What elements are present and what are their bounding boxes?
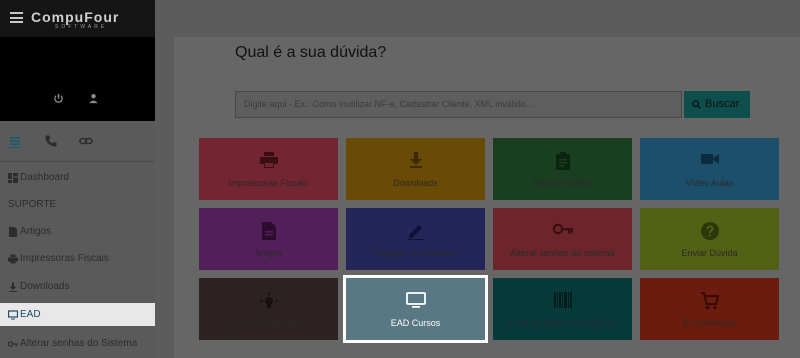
- sidebar-section-label: SUPORTE: [8, 199, 57, 210]
- download-icon: [409, 152, 422, 168]
- tile-impressoras-fiscais[interactable]: Impressoras Fiscais: [199, 138, 338, 200]
- person-icon[interactable]: [88, 93, 99, 104]
- tile-downloads[interactable]: Downloads: [346, 138, 485, 200]
- sidebar-item-downloads[interactable]: Downloads: [0, 274, 155, 300]
- sidebar-item-label: Alterar senhas do Sistema: [20, 338, 138, 349]
- tile-ead-cursos[interactable]: EAD Cursos: [343, 275, 488, 343]
- tile-segunda-via-boleto[interactable]: 2ª Via do Boleto CompuFour: [493, 278, 632, 340]
- tile-label: Artigos: [254, 248, 283, 258]
- tile-label: Downloads: [393, 178, 438, 188]
- power-icon[interactable]: [53, 93, 64, 104]
- tile-alterar-senhas[interactable]: Alterar senhas do sistema: [493, 208, 632, 270]
- sidebar-item-label: Impressoras Fiscais: [20, 253, 109, 264]
- tile-artigos[interactable]: Artigos: [199, 208, 338, 270]
- sidebar-item-label: Artigos: [20, 226, 52, 237]
- top-bar: CompuFour SOFTWARE: [0, 0, 155, 37]
- logo: CompuFour: [31, 9, 120, 25]
- article-icon: [9, 227, 17, 237]
- tile-label: Enviar Dúvida: [681, 248, 738, 258]
- sidebar-item-label: EAD: [20, 309, 41, 320]
- tile-label: 2ª Via do Boleto CompuFour: [505, 318, 620, 328]
- tile-enviar-duvida[interactable]: Enviar Dúvida: [640, 208, 779, 270]
- dashboard-icon: [8, 173, 18, 183]
- key-icon: [552, 223, 573, 235]
- tile-label: Impressoras Fiscais: [228, 178, 309, 188]
- pencil-icon: [407, 225, 424, 241]
- lightbulb-icon: [259, 292, 278, 308]
- sidebar: Dashboard SUPORTE Artigos Impressoras Fi…: [0, 121, 155, 358]
- sidebar-item-alterar-senhas[interactable]: Alterar senhas do Sistema: [0, 331, 155, 357]
- search-input[interactable]: Digite aqui - Ex.: Como inutilizar NF-e,…: [235, 91, 682, 118]
- sidebar-item-artigos[interactable]: Artigos: [0, 219, 155, 245]
- sidebar-item-label: Downloads: [20, 281, 70, 292]
- monitor-icon: [405, 292, 426, 308]
- link-tab-icon[interactable]: [79, 134, 93, 148]
- sidebar-item-label: Dashboard: [20, 172, 69, 183]
- printer-icon: [259, 152, 278, 168]
- page-title: Qual é a sua dúvida?: [235, 44, 387, 61]
- video-camera-icon: [700, 154, 719, 164]
- tile-label: E-Commerce: [682, 318, 736, 328]
- tile-label: Vídeo Aulas: [685, 178, 734, 188]
- monitor-icon: [8, 310, 18, 320]
- tile-label: EAD Cursos: [390, 318, 441, 328]
- question-icon: [700, 222, 719, 240]
- user-panel: [0, 37, 155, 121]
- tile-e-commerce[interactable]: E-Commerce: [640, 278, 779, 340]
- tile-enviar-sugestao[interactable]: Enviar Sugestão: [199, 278, 338, 340]
- sidebar-item-dashboard[interactable]: Dashboard: [0, 165, 155, 191]
- tile-registro-do-sistema[interactable]: Registro do Sistema: [346, 208, 485, 270]
- search-button[interactable]: Buscar: [684, 91, 750, 118]
- article-icon: [261, 222, 276, 240]
- tile-label: Alterar senhas do sistema: [510, 248, 615, 258]
- search-button-label: Buscar: [705, 98, 740, 110]
- menu-icon[interactable]: [10, 12, 23, 23]
- phone-tab-icon[interactable]: [44, 134, 58, 148]
- printer-icon: [8, 254, 18, 264]
- sidebar-item-ead[interactable]: EAD: [0, 303, 155, 326]
- list-tab-icon[interactable]: [8, 134, 22, 148]
- tile-manual-online[interactable]: Manual Online: [493, 138, 632, 200]
- tile-label: Manual Online: [533, 178, 592, 188]
- clipboard-icon: [555, 152, 570, 170]
- tile-video-aulas[interactable]: Vídeo Aulas: [640, 138, 779, 200]
- tile-label: Enviar Sugestão: [235, 318, 302, 328]
- tile-label: Registro do Sistema: [374, 248, 457, 258]
- sidebar-section-suporte: SUPORTE: [0, 192, 155, 218]
- sidebar-item-impressoras-fiscais[interactable]: Impressoras Fiscais: [0, 246, 155, 272]
- cart-icon: [700, 292, 719, 310]
- sidebar-tabs: [0, 121, 155, 162]
- key-icon: [8, 341, 18, 347]
- logo-subtitle: SOFTWARE: [55, 24, 108, 30]
- download-icon: [9, 282, 17, 292]
- search-icon: [692, 100, 701, 109]
- barcode-icon: [553, 292, 572, 308]
